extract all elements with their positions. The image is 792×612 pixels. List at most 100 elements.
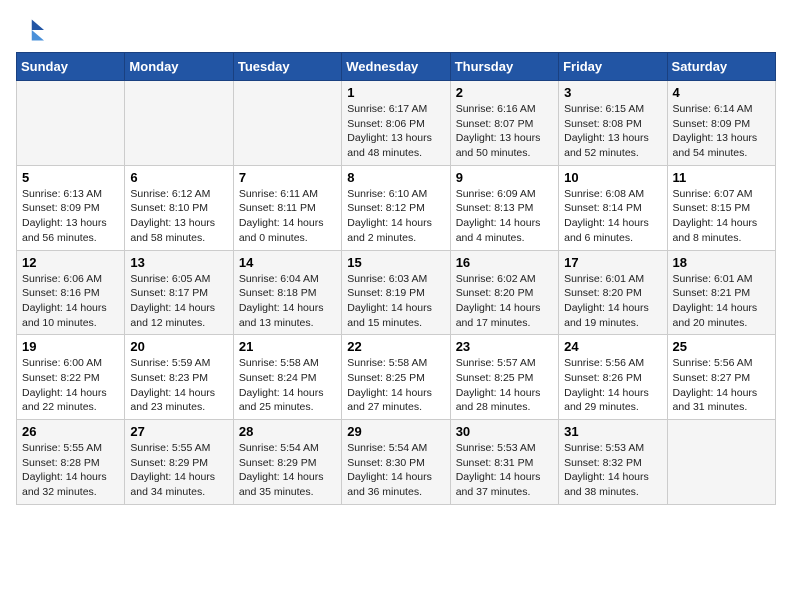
calendar-cell: 28 Sunrise: 5:54 AMSunset: 8:29 PMDayligh…	[233, 420, 341, 505]
cell-content: Sunrise: 6:08 AMSunset: 8:14 PMDaylight:…	[564, 187, 661, 246]
calendar-cell: 6 Sunrise: 6:12 AMSunset: 8:10 PMDaylight…	[125, 165, 233, 250]
day-number: 28	[239, 424, 336, 439]
cell-content: Sunrise: 6:05 AMSunset: 8:17 PMDaylight:…	[130, 272, 227, 331]
day-number: 29	[347, 424, 444, 439]
cell-content: Sunrise: 5:55 AMSunset: 8:29 PMDaylight:…	[130, 441, 227, 500]
day-number: 22	[347, 339, 444, 354]
calendar-week: 26Sunrise: 5:55 AMSunset: 8:28 PMDayligh…	[17, 420, 776, 505]
calendar-cell	[233, 81, 341, 166]
weekday-header: Tuesday	[233, 53, 341, 81]
day-number: 5	[22, 170, 119, 185]
cell-content: Sunrise: 6:03 AMSunset: 8:19 PMDaylight:…	[347, 272, 444, 331]
day-number: 12	[22, 255, 119, 270]
day-number: 20	[130, 339, 227, 354]
cell-content: Sunrise: 6:04 AMSunset: 8:18 PMDaylight:…	[239, 272, 336, 331]
cell-content: Sunrise: 6:09 AMSunset: 8:13 PMDaylight:…	[456, 187, 553, 246]
day-number: 15	[347, 255, 444, 270]
day-number: 9	[456, 170, 553, 185]
day-number: 24	[564, 339, 661, 354]
calendar-week: 5Sunrise: 6:13 AMSunset: 8:09 PMDaylight…	[17, 165, 776, 250]
day-number: 7	[239, 170, 336, 185]
calendar-cell: 4 Sunrise: 6:14 AMSunset: 8:09 PMDaylight…	[667, 81, 775, 166]
calendar-cell	[125, 81, 233, 166]
calendar-cell: 8Sunrise: 6:10 AMSunset: 8:12 PMDaylight…	[342, 165, 450, 250]
day-number: 10	[564, 170, 661, 185]
weekday-header: Thursday	[450, 53, 558, 81]
day-number: 30	[456, 424, 553, 439]
weekday-header: Saturday	[667, 53, 775, 81]
cell-content: Sunrise: 6:07 AMSunset: 8:15 PMDaylight:…	[673, 187, 770, 246]
logo-icon	[16, 16, 44, 44]
day-number: 16	[456, 255, 553, 270]
cell-content: Sunrise: 5:53 AMSunset: 8:32 PMDaylight:…	[564, 441, 661, 500]
calendar-cell: 23Sunrise: 5:57 AMSunset: 8:25 PMDayligh…	[450, 335, 558, 420]
calendar-week: 1 Sunrise: 6:17 AMSunset: 8:06 PMDaylight…	[17, 81, 776, 166]
cell-content: Sunrise: 6:16 AMSunset: 8:07 PMDaylight:…	[456, 102, 553, 161]
page-header	[16, 16, 776, 44]
calendar-cell: 20 Sunrise: 5:59 AMSunset: 8:23 PMDayligh…	[125, 335, 233, 420]
day-number: 19	[22, 339, 119, 354]
weekday-header: Monday	[125, 53, 233, 81]
calendar-cell: 14 Sunrise: 6:04 AMSunset: 8:18 PMDayligh…	[233, 250, 341, 335]
calendar-cell: 7 Sunrise: 6:11 AMSunset: 8:11 PMDaylight…	[233, 165, 341, 250]
cell-content: Sunrise: 5:53 AMSunset: 8:31 PMDaylight:…	[456, 441, 553, 500]
day-number: 8	[347, 170, 444, 185]
calendar-cell: 31 Sunrise: 5:53 AMSunset: 8:32 PMDayligh…	[559, 420, 667, 505]
day-number: 14	[239, 255, 336, 270]
calendar-cell: 12Sunrise: 6:06 AMSunset: 8:16 PMDayligh…	[17, 250, 125, 335]
calendar-cell: 16 Sunrise: 6:02 AMSunset: 8:20 PMDayligh…	[450, 250, 558, 335]
cell-content: Sunrise: 5:56 AMSunset: 8:27 PMDaylight:…	[673, 356, 770, 415]
calendar-cell: 22Sunrise: 5:58 AMSunset: 8:25 PMDayligh…	[342, 335, 450, 420]
weekday-header: Wednesday	[342, 53, 450, 81]
calendar-week: 12Sunrise: 6:06 AMSunset: 8:16 PMDayligh…	[17, 250, 776, 335]
day-number: 1	[347, 85, 444, 100]
cell-content: Sunrise: 5:58 AMSunset: 8:24 PMDaylight:…	[239, 356, 336, 415]
cell-content: Sunrise: 6:00 AMSunset: 8:22 PMDaylight:…	[22, 356, 119, 415]
cell-content: Sunrise: 6:12 AMSunset: 8:10 PMDaylight:…	[130, 187, 227, 246]
day-number: 2	[456, 85, 553, 100]
day-number: 3	[564, 85, 661, 100]
calendar-cell: 11 Sunrise: 6:07 AMSunset: 8:15 PMDayligh…	[667, 165, 775, 250]
calendar-cell: 26Sunrise: 5:55 AMSunset: 8:28 PMDayligh…	[17, 420, 125, 505]
day-number: 25	[673, 339, 770, 354]
calendar-cell: 30 Sunrise: 5:53 AMSunset: 8:31 PMDayligh…	[450, 420, 558, 505]
calendar: SundayMondayTuesdayWednesdayThursdayFrid…	[16, 52, 776, 505]
day-number: 6	[130, 170, 227, 185]
weekday-row: SundayMondayTuesdayWednesdayThursdayFrid…	[17, 53, 776, 81]
calendar-cell: 15 Sunrise: 6:03 AMSunset: 8:19 PMDayligh…	[342, 250, 450, 335]
cell-content: Sunrise: 5:59 AMSunset: 8:23 PMDaylight:…	[130, 356, 227, 415]
calendar-cell	[667, 420, 775, 505]
cell-content: Sunrise: 6:17 AMSunset: 8:06 PMDaylight:…	[347, 102, 444, 161]
calendar-cell: 1 Sunrise: 6:17 AMSunset: 8:06 PMDaylight…	[342, 81, 450, 166]
day-number: 27	[130, 424, 227, 439]
cell-content: Sunrise: 6:01 AMSunset: 8:21 PMDaylight:…	[673, 272, 770, 331]
cell-content: Sunrise: 6:11 AMSunset: 8:11 PMDaylight:…	[239, 187, 336, 246]
calendar-body: 1 Sunrise: 6:17 AMSunset: 8:06 PMDaylight…	[17, 81, 776, 505]
cell-content: Sunrise: 6:14 AMSunset: 8:09 PMDaylight:…	[673, 102, 770, 161]
calendar-cell: 27 Sunrise: 5:55 AMSunset: 8:29 PMDayligh…	[125, 420, 233, 505]
calendar-cell: 24 Sunrise: 5:56 AMSunset: 8:26 PMDayligh…	[559, 335, 667, 420]
calendar-cell: 18 Sunrise: 6:01 AMSunset: 8:21 PMDayligh…	[667, 250, 775, 335]
cell-content: Sunrise: 5:56 AMSunset: 8:26 PMDaylight:…	[564, 356, 661, 415]
day-number: 13	[130, 255, 227, 270]
day-number: 26	[22, 424, 119, 439]
cell-content: Sunrise: 6:02 AMSunset: 8:20 PMDaylight:…	[456, 272, 553, 331]
calendar-cell: 5Sunrise: 6:13 AMSunset: 8:09 PMDaylight…	[17, 165, 125, 250]
weekday-header: Friday	[559, 53, 667, 81]
calendar-cell: 17Sunrise: 6:01 AMSunset: 8:20 PMDayligh…	[559, 250, 667, 335]
cell-content: Sunrise: 5:54 AMSunset: 8:29 PMDaylight:…	[239, 441, 336, 500]
logo	[16, 16, 48, 44]
calendar-header: SundayMondayTuesdayWednesdayThursdayFrid…	[17, 53, 776, 81]
cell-content: Sunrise: 6:01 AMSunset: 8:20 PMDaylight:…	[564, 272, 661, 331]
day-number: 4	[673, 85, 770, 100]
day-number: 11	[673, 170, 770, 185]
calendar-cell: 10 Sunrise: 6:08 AMSunset: 8:14 PMDayligh…	[559, 165, 667, 250]
day-number: 31	[564, 424, 661, 439]
calendar-cell: 13 Sunrise: 6:05 AMSunset: 8:17 PMDayligh…	[125, 250, 233, 335]
day-number: 18	[673, 255, 770, 270]
calendar-cell: 2 Sunrise: 6:16 AMSunset: 8:07 PMDaylight…	[450, 81, 558, 166]
calendar-week: 19 Sunrise: 6:00 AMSunset: 8:22 PMDayligh…	[17, 335, 776, 420]
cell-content: Sunrise: 6:15 AMSunset: 8:08 PMDaylight:…	[564, 102, 661, 161]
cell-content: Sunrise: 5:57 AMSunset: 8:25 PMDaylight:…	[456, 356, 553, 415]
cell-content: Sunrise: 5:54 AMSunset: 8:30 PMDaylight:…	[347, 441, 444, 500]
